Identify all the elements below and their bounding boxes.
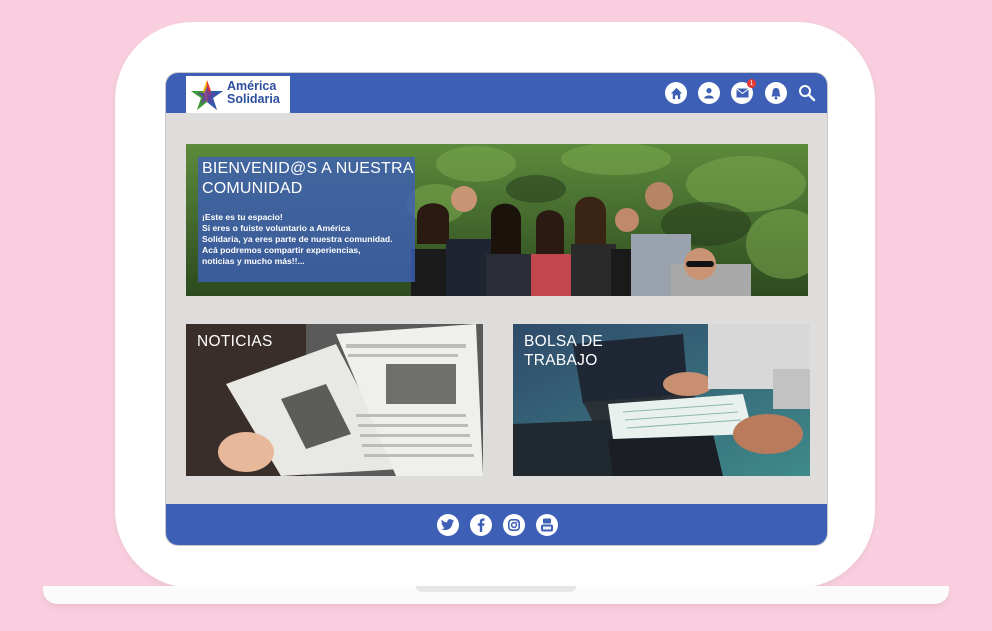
logo[interactable]: América Solidaria (186, 76, 290, 113)
instagram-icon (508, 519, 520, 531)
news-title: NOTICIAS (197, 333, 273, 350)
hero-description: ¡Este es tu espacio! Si eres o fuiste vo… (202, 212, 417, 267)
bell-icon (771, 87, 781, 99)
mail-badge: 1 (747, 79, 756, 88)
twitter-icon (441, 519, 455, 531)
user-icon (704, 88, 714, 99)
profile-button[interactable] (698, 82, 720, 104)
mail-icon (735, 88, 749, 98)
hero-banner[interactable]: BIENVENID@S A NUESTRA COMUNIDAD ¡Este es… (186, 144, 808, 296)
notifications-button[interactable] (765, 82, 787, 104)
hero-text-line: noticias y mucho más!!... (202, 256, 305, 266)
logo-line2: Solidaria (227, 92, 280, 106)
hero-text-line: Si eres o fuiste voluntario a América (202, 223, 351, 233)
youtube-button[interactable] (536, 514, 558, 536)
jobs-card[interactable]: BOLSA DE TRABAJO (513, 324, 810, 476)
messages-button[interactable]: 1 (731, 79, 756, 104)
hero-title-line2: COMUNIDAD (202, 180, 303, 197)
jobs-title: BOLSA DE TRABAJO (524, 332, 603, 370)
hero-title: BIENVENID@S A NUESTRA COMUNIDAD (202, 159, 417, 199)
laptop-notch (416, 586, 576, 592)
facebook-button[interactable] (470, 514, 492, 536)
news-card[interactable]: NOTICIAS (186, 324, 483, 476)
app-screen: América Solidaria 1 BIENVENID@S A NUESTR… (166, 73, 827, 545)
instagram-button[interactable] (503, 514, 525, 536)
footer-bar (166, 504, 827, 545)
home-icon (670, 87, 682, 99)
hero-title-line1: BIENVENID@S A NUESTRA (202, 160, 414, 177)
jobs-title-line1: BOLSA DE (524, 333, 604, 350)
logo-text: América Solidaria (227, 80, 280, 106)
home-button[interactable] (665, 82, 687, 104)
hero-text-line: Acá podremos compartir experiencias, (202, 245, 361, 255)
jobs-title-line2: TRABAJO (524, 352, 598, 369)
star-logo-icon (191, 80, 223, 110)
search-icon[interactable] (798, 84, 816, 102)
hero-text-line: ¡Este es tu espacio! (202, 212, 283, 222)
facebook-icon (477, 518, 485, 532)
youtube-icon (541, 518, 553, 532)
twitter-button[interactable] (437, 514, 459, 536)
top-navbar: América Solidaria 1 (166, 73, 827, 113)
hero-text-line: Solidaria, ya eres parte de nuestra comu… (202, 234, 393, 244)
